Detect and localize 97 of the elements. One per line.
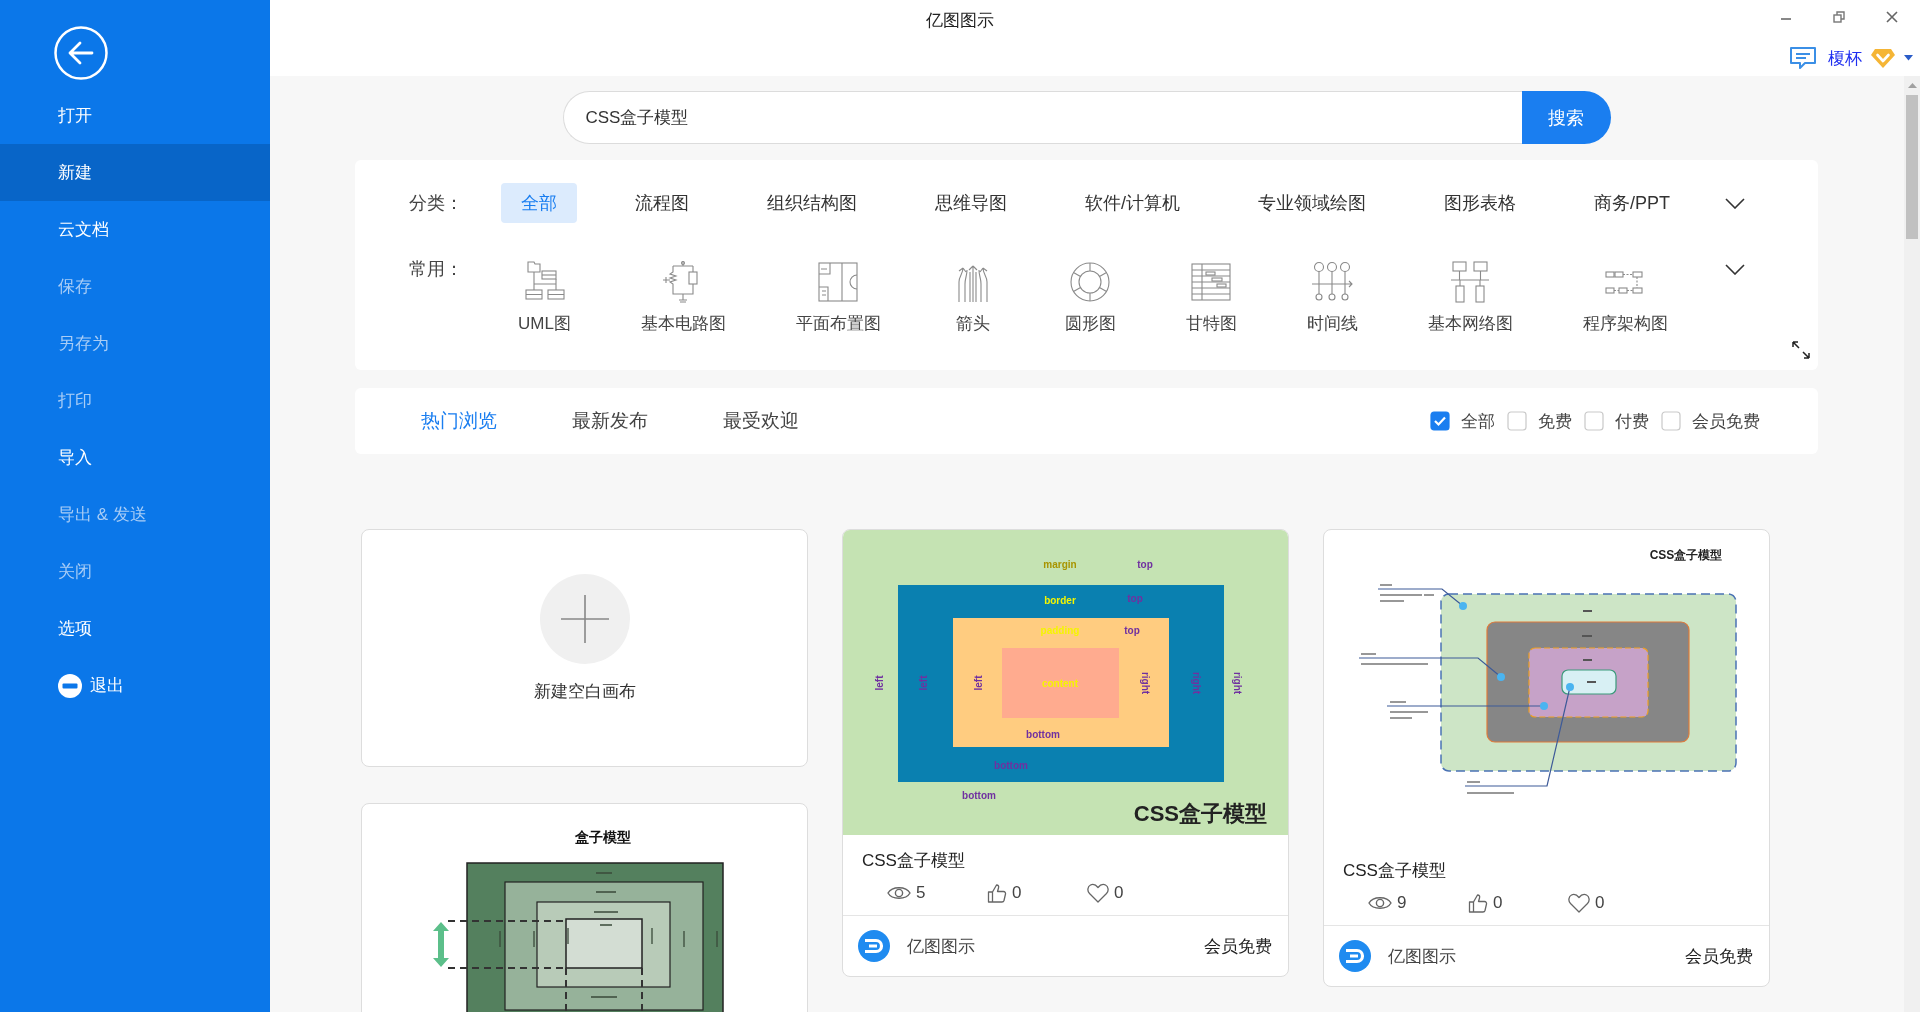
category-tab[interactable]: 思维导图 — [915, 183, 1027, 223]
favorite-count: 0 — [1114, 883, 1124, 903]
new-blank-canvas-button[interactable]: 新建空白画布 — [361, 529, 808, 767]
checkbox[interactable] — [1430, 411, 1450, 431]
diamond-badge-icon — [1870, 47, 1896, 69]
diagram-label: bottom — [994, 759, 1028, 771]
diagram-title: CSS盒子模型 — [1649, 548, 1723, 562]
diagram-label: border — [1044, 594, 1076, 606]
checkbox[interactable] — [1661, 411, 1681, 431]
tab[interactable]: 最受欢迎 — [723, 408, 799, 434]
tab[interactable]: 最新发布 — [572, 408, 648, 434]
window-title: 亿图图示 — [926, 10, 994, 30]
diagram-label: margin — [1043, 558, 1077, 570]
diagram-label: left — [873, 675, 885, 691]
diagram-label: top — [1124, 624, 1140, 636]
search-button[interactable]: 搜索 — [1521, 91, 1611, 144]
floor-plan-icon — [816, 260, 861, 304]
caret-icon[interactable] — [1904, 55, 1913, 61]
template-type-button[interactable]: 基本网络图 — [1427, 260, 1513, 336]
eye-icon — [887, 885, 911, 901]
minus-circle-icon — [58, 673, 82, 698]
diagram-label: right — [1190, 671, 1202, 695]
chat-icon[interactable] — [1789, 46, 1817, 70]
category-tab[interactable]: 商务/PPT — [1574, 183, 1691, 223]
close-icon[interactable] — [1886, 11, 1898, 23]
diagram-label: bottom — [962, 789, 996, 801]
chevron-down-icon[interactable] — [1725, 197, 1745, 209]
template-type-button[interactable]: 平面布置图 — [795, 260, 881, 336]
timeline-icon — [1310, 260, 1355, 304]
category-label: 分类： — [409, 192, 463, 215]
diagram-label: left — [972, 675, 984, 691]
price-label: 会员免费 — [1685, 945, 1753, 968]
category-tab[interactable]: 软件/计算机 — [1065, 183, 1200, 223]
account-name[interactable]: 榎杯 — [1828, 46, 1862, 70]
diagram-label: top — [1137, 558, 1153, 570]
checkbox-label[interactable]: 免费 — [1538, 409, 1572, 433]
diagram-label: bottom — [1026, 728, 1060, 740]
expand-icon[interactable] — [1791, 340, 1811, 360]
template-type-button[interactable]: 时间线 — [1306, 260, 1358, 336]
gantt-chart-icon — [1189, 260, 1234, 304]
back-icon[interactable] — [54, 26, 108, 80]
like-count: 0 — [1012, 883, 1022, 903]
heart-icon[interactable] — [1087, 883, 1109, 903]
search-field[interactable]: CSS盒子模型 — [562, 91, 1522, 144]
template-type-button[interactable]: 程序架构图 — [1582, 260, 1668, 336]
template-title: CSS盒子模型 — [861, 850, 966, 872]
plus-icon — [539, 574, 630, 664]
restore-icon[interactable] — [1833, 11, 1845, 23]
diagram-label: padding — [1040, 624, 1080, 636]
checkbox-label[interactable]: 付费 — [1615, 409, 1649, 433]
author-name: 亿图图示 — [1388, 945, 1456, 968]
checkbox[interactable] — [1584, 411, 1604, 431]
template-type-button[interactable]: 基本电路图 — [640, 260, 726, 336]
scrollbar-thumb[interactable] — [1906, 95, 1918, 239]
sidebar-item[interactable]: 云文档 — [0, 201, 270, 258]
checkbox[interactable] — [1507, 411, 1527, 431]
price-label: 会员免费 — [1204, 935, 1272, 958]
logo-icon — [1339, 940, 1371, 972]
sidebar-item[interactable]: 导入 — [0, 429, 270, 486]
diagram-label: content — [1041, 677, 1079, 689]
scrollbar[interactable] — [1904, 76, 1920, 1012]
checkbox-label[interactable]: 全部 — [1461, 409, 1495, 433]
scroll-up-icon[interactable] — [1907, 83, 1917, 88]
segmented-ring-icon — [1068, 260, 1113, 304]
template-type-button[interactable]: 箭头 — [950, 260, 995, 336]
logo-icon — [858, 930, 890, 962]
heart-icon[interactable] — [1568, 893, 1590, 913]
diagram-label: top — [1127, 592, 1143, 604]
diagram-label: right — [1139, 671, 1151, 695]
chevron-down-icon[interactable] — [1725, 264, 1745, 275]
sidebar-item[interactable]: 新建 — [0, 144, 270, 201]
eye-icon — [1368, 895, 1392, 911]
category-tab[interactable]: 专业领域绘图 — [1238, 183, 1386, 223]
diagram-title: CSS盒子模型 — [1133, 801, 1267, 826]
common-label: 常用： — [409, 258, 463, 281]
template-type-button[interactable]: UML图 — [518, 260, 571, 336]
category-tab[interactable]: 流程图 — [615, 183, 709, 223]
checkbox-label[interactable]: 会员免费 — [1692, 409, 1760, 433]
template-title: CSS盒子模型 — [1342, 860, 1447, 882]
favorite-count: 0 — [1595, 893, 1605, 913]
diagram-title: 盒子模型 — [575, 829, 631, 845]
tab[interactable]: 热门浏览 — [421, 408, 497, 434]
diagram-label: left — [917, 675, 929, 691]
sidebar-item[interactable]: 退出 — [0, 657, 270, 714]
category-tab[interactable]: 图形表格 — [1424, 183, 1536, 223]
thumbs-up-icon[interactable] — [987, 883, 1007, 903]
thumbs-up-icon[interactable] — [1468, 893, 1488, 913]
view-count: 9 — [1397, 893, 1407, 913]
category-tab[interactable]: 组织结构图 — [747, 183, 877, 223]
author-name: 亿图图示 — [907, 935, 975, 958]
view-count: 5 — [916, 883, 926, 903]
template-type-button[interactable]: 圆形图 — [1064, 260, 1116, 336]
like-count: 0 — [1493, 893, 1503, 913]
template-type-button[interactable]: 甘特图 — [1185, 260, 1237, 336]
sidebar-item[interactable]: 选项 — [0, 600, 270, 657]
diagram-label: right — [1231, 671, 1243, 695]
sidebar-item[interactable]: 打开 — [0, 87, 270, 144]
